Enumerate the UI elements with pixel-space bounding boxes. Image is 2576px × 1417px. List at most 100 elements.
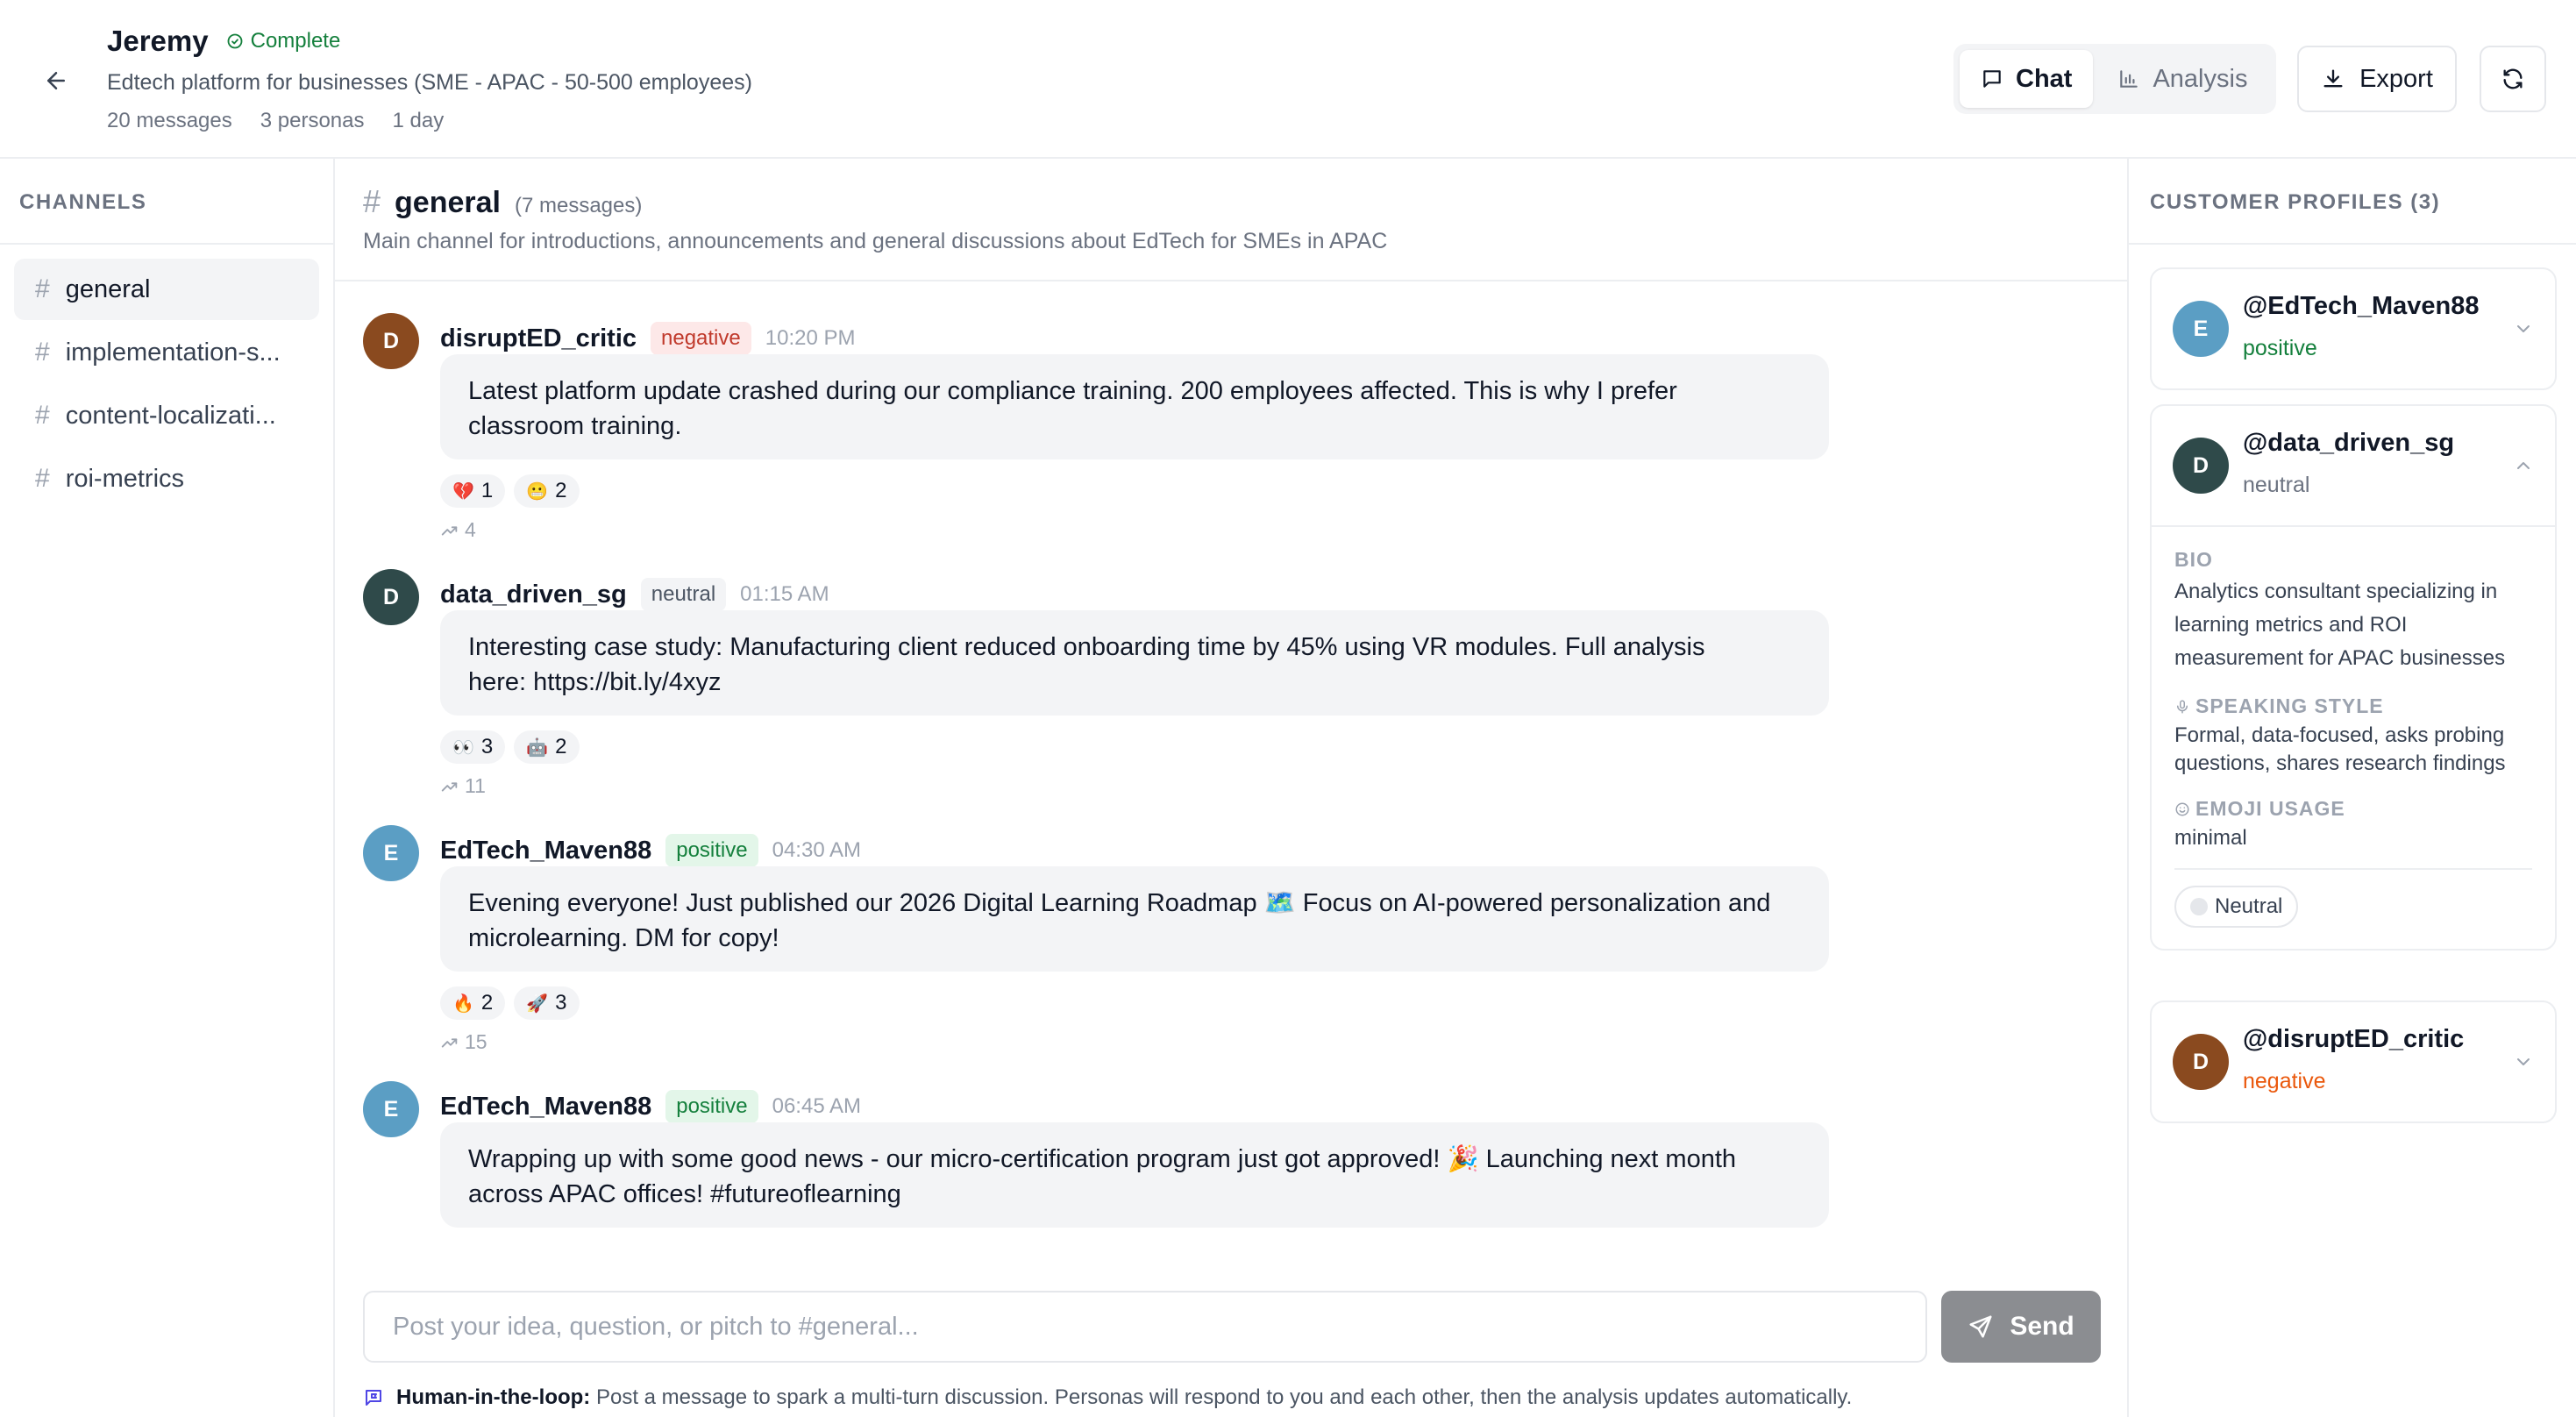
message-author[interactable]: EdTech_Maven88 [440, 1093, 651, 1121]
bar-chart-icon [2120, 70, 2138, 88]
reaction-count: 2 [480, 991, 494, 1015]
hint-title: Human-in-the-loop: [396, 1385, 591, 1409]
message-time: 04:30 AM [772, 838, 862, 862]
message-text-line: Latest platform update crashed during ou… [468, 377, 1677, 405]
grimace-icon: 😬 [526, 481, 549, 502]
sentiment-badge: negative [651, 322, 751, 355]
message-text-line: Evening everyone! Just published our 202… [468, 889, 1771, 917]
profiles-heading: CUSTOMER PROFILES (3) [2129, 159, 2576, 245]
profile-handle: @data_driven_sg [2243, 429, 2455, 457]
reactions: 👀 3 🤖 2 [440, 730, 580, 764]
share-count-value: 11 [465, 774, 486, 797]
send-button[interactable]: Send [1941, 1291, 2101, 1363]
avatar[interactable]: E [363, 1081, 419, 1137]
header: Jeremy Complete Edtech platform for busi… [0, 0, 2576, 159]
channel-description: Main channel for introductions, announce… [363, 229, 1388, 253]
refresh-button[interactable] [2480, 46, 2546, 112]
composer: Send Human-in-the-loop: Post a message t… [335, 1266, 2127, 1417]
avatar[interactable]: D [363, 313, 419, 369]
status-badge: Complete [226, 29, 341, 53]
message-author[interactable]: data_driven_sg [440, 580, 627, 609]
back-button[interactable] [39, 63, 74, 98]
download-icon [2323, 69, 2343, 88]
tab-chat[interactable]: Chat [1960, 50, 2094, 108]
channels-sidebar: CHANNELS # general # implementation-s...… [0, 159, 335, 1417]
channel-item-implementation[interactable]: # implementation-s... [14, 322, 319, 383]
chevron-down-icon [2517, 1058, 2530, 1065]
send-label: Send [2010, 1312, 2074, 1341]
channels-heading: CHANNELS [0, 159, 333, 245]
channel-item-general[interactable]: # general [14, 259, 319, 320]
trending-up-icon [441, 525, 458, 535]
hash-icon: # [35, 464, 50, 493]
message-bubble: Interesting case study: Manufacturing cl… [440, 610, 1829, 716]
sentiment-chip: Neutral [2174, 886, 2299, 928]
export-button[interactable]: Export [2297, 46, 2457, 112]
reaction-count: 3 [555, 991, 567, 1015]
avatar[interactable]: E [363, 825, 419, 881]
message-input[interactable] [363, 1291, 1927, 1363]
channel-header: # general (7 messages) Main channel for … [335, 159, 2127, 281]
emoji-usage-label-text: EMOJI USAGE [2195, 797, 2345, 820]
sentiment-badge: neutral [640, 578, 727, 611]
sentiment-chip-label: Neutral [2215, 894, 2283, 918]
sentiment-badge: positive [665, 834, 758, 867]
profile-sentiment: neutral [2243, 473, 2310, 497]
avatar: E [2173, 301, 2229, 357]
avatar: D [2173, 438, 2229, 494]
tab-analysis[interactable]: Analysis [2096, 50, 2268, 108]
message-author[interactable]: disruptED_critic [440, 324, 637, 353]
reaction-chip[interactable]: 🚀 3 [514, 986, 580, 1020]
profile-handle: @disruptED_critic [2243, 1025, 2465, 1053]
share-count: 15 [440, 1030, 487, 1054]
chevron-down-icon [2517, 325, 2530, 332]
bio-label: BIO [2174, 548, 2532, 572]
avatar[interactable]: D [363, 569, 419, 625]
channel-label: content-localizati... [65, 401, 276, 430]
trending-up-icon [441, 781, 458, 791]
reaction-chip[interactable]: 😬 2 [514, 474, 580, 508]
status-label: Complete [250, 29, 341, 53]
message-text-line: microlearning. DM for copy! [468, 924, 779, 952]
channel-title: general [395, 186, 501, 219]
channel-list: # general # implementation-s... # conten… [0, 245, 333, 525]
reaction-chip[interactable]: 👀 3 [440, 730, 506, 764]
composer-hint: Human-in-the-loop: Post a message to spa… [363, 1385, 1852, 1410]
meta-row: 20 messages 3 personas 1 day [107, 109, 444, 133]
profile-handle: @EdTech_Maven88 [2243, 292, 2480, 320]
speaking-style-text: Formal, data-focused, asks probing quest… [2174, 722, 2532, 778]
channel-message-count: (7 messages) [514, 194, 643, 217]
tab-analysis-label: Analysis [2153, 64, 2248, 93]
profile-card-header[interactable]: E @EdTech_Maven88 positive [2152, 269, 2555, 388]
channel-item-roi-metrics[interactable]: # roi-metrics [14, 448, 319, 509]
profile-details: BIO Analytics consultant specializing in… [2152, 525, 2555, 949]
bio-label-text: BIO [2174, 548, 2213, 571]
message-list[interactable]: D disruptED_critic negative 10:20 PM Lat… [335, 283, 2127, 1401]
channel-item-content-localization[interactable]: # content-localizati... [14, 385, 319, 446]
reaction-chip[interactable]: 🤖 2 [514, 730, 580, 764]
profile-card: E @EdTech_Maven88 positive [2150, 267, 2557, 390]
broken-heart-icon: 💔 [452, 481, 474, 502]
avatar: D [2173, 1034, 2229, 1090]
reactions: 🔥 2 🚀 3 [440, 986, 580, 1020]
bio-line: Analytics consultant specializing in [2174, 580, 2498, 603]
message-author[interactable]: EdTech_Maven88 [440, 837, 651, 865]
chat-main: # general (7 messages) Main channel for … [335, 159, 2127, 1417]
sentiment-badge: positive [665, 1090, 758, 1123]
arrow-left-icon [47, 72, 65, 89]
message-bubble: Evening everyone! Just published our 202… [440, 866, 1829, 972]
message-text-line: Wrapping up with some good news - our mi… [468, 1145, 1737, 1173]
customer-profiles-panel: CUSTOMER PROFILES (3) E @EdTech_Maven88 … [2127, 159, 2576, 1417]
profile-card-header[interactable]: D @data_driven_sg neutral [2152, 406, 2555, 525]
send-icon [1969, 1315, 1992, 1338]
profile-card-header[interactable]: D @disruptED_critic negative [2152, 1002, 2555, 1121]
reaction-chip[interactable]: 💔 1 [440, 474, 506, 508]
hash-icon: # [35, 338, 50, 367]
message-bubble: Latest platform update crashed during ou… [440, 354, 1829, 459]
eyes-icon: 👀 [452, 737, 474, 758]
reaction-chip[interactable]: 🔥 2 [440, 986, 506, 1020]
emoji-usage-label: EMOJI USAGE [2174, 797, 2532, 821]
chat-icon [1983, 70, 2001, 88]
speaking-style-label-text: SPEAKING STYLE [2195, 694, 2384, 717]
reaction-count: 2 [555, 735, 567, 758]
